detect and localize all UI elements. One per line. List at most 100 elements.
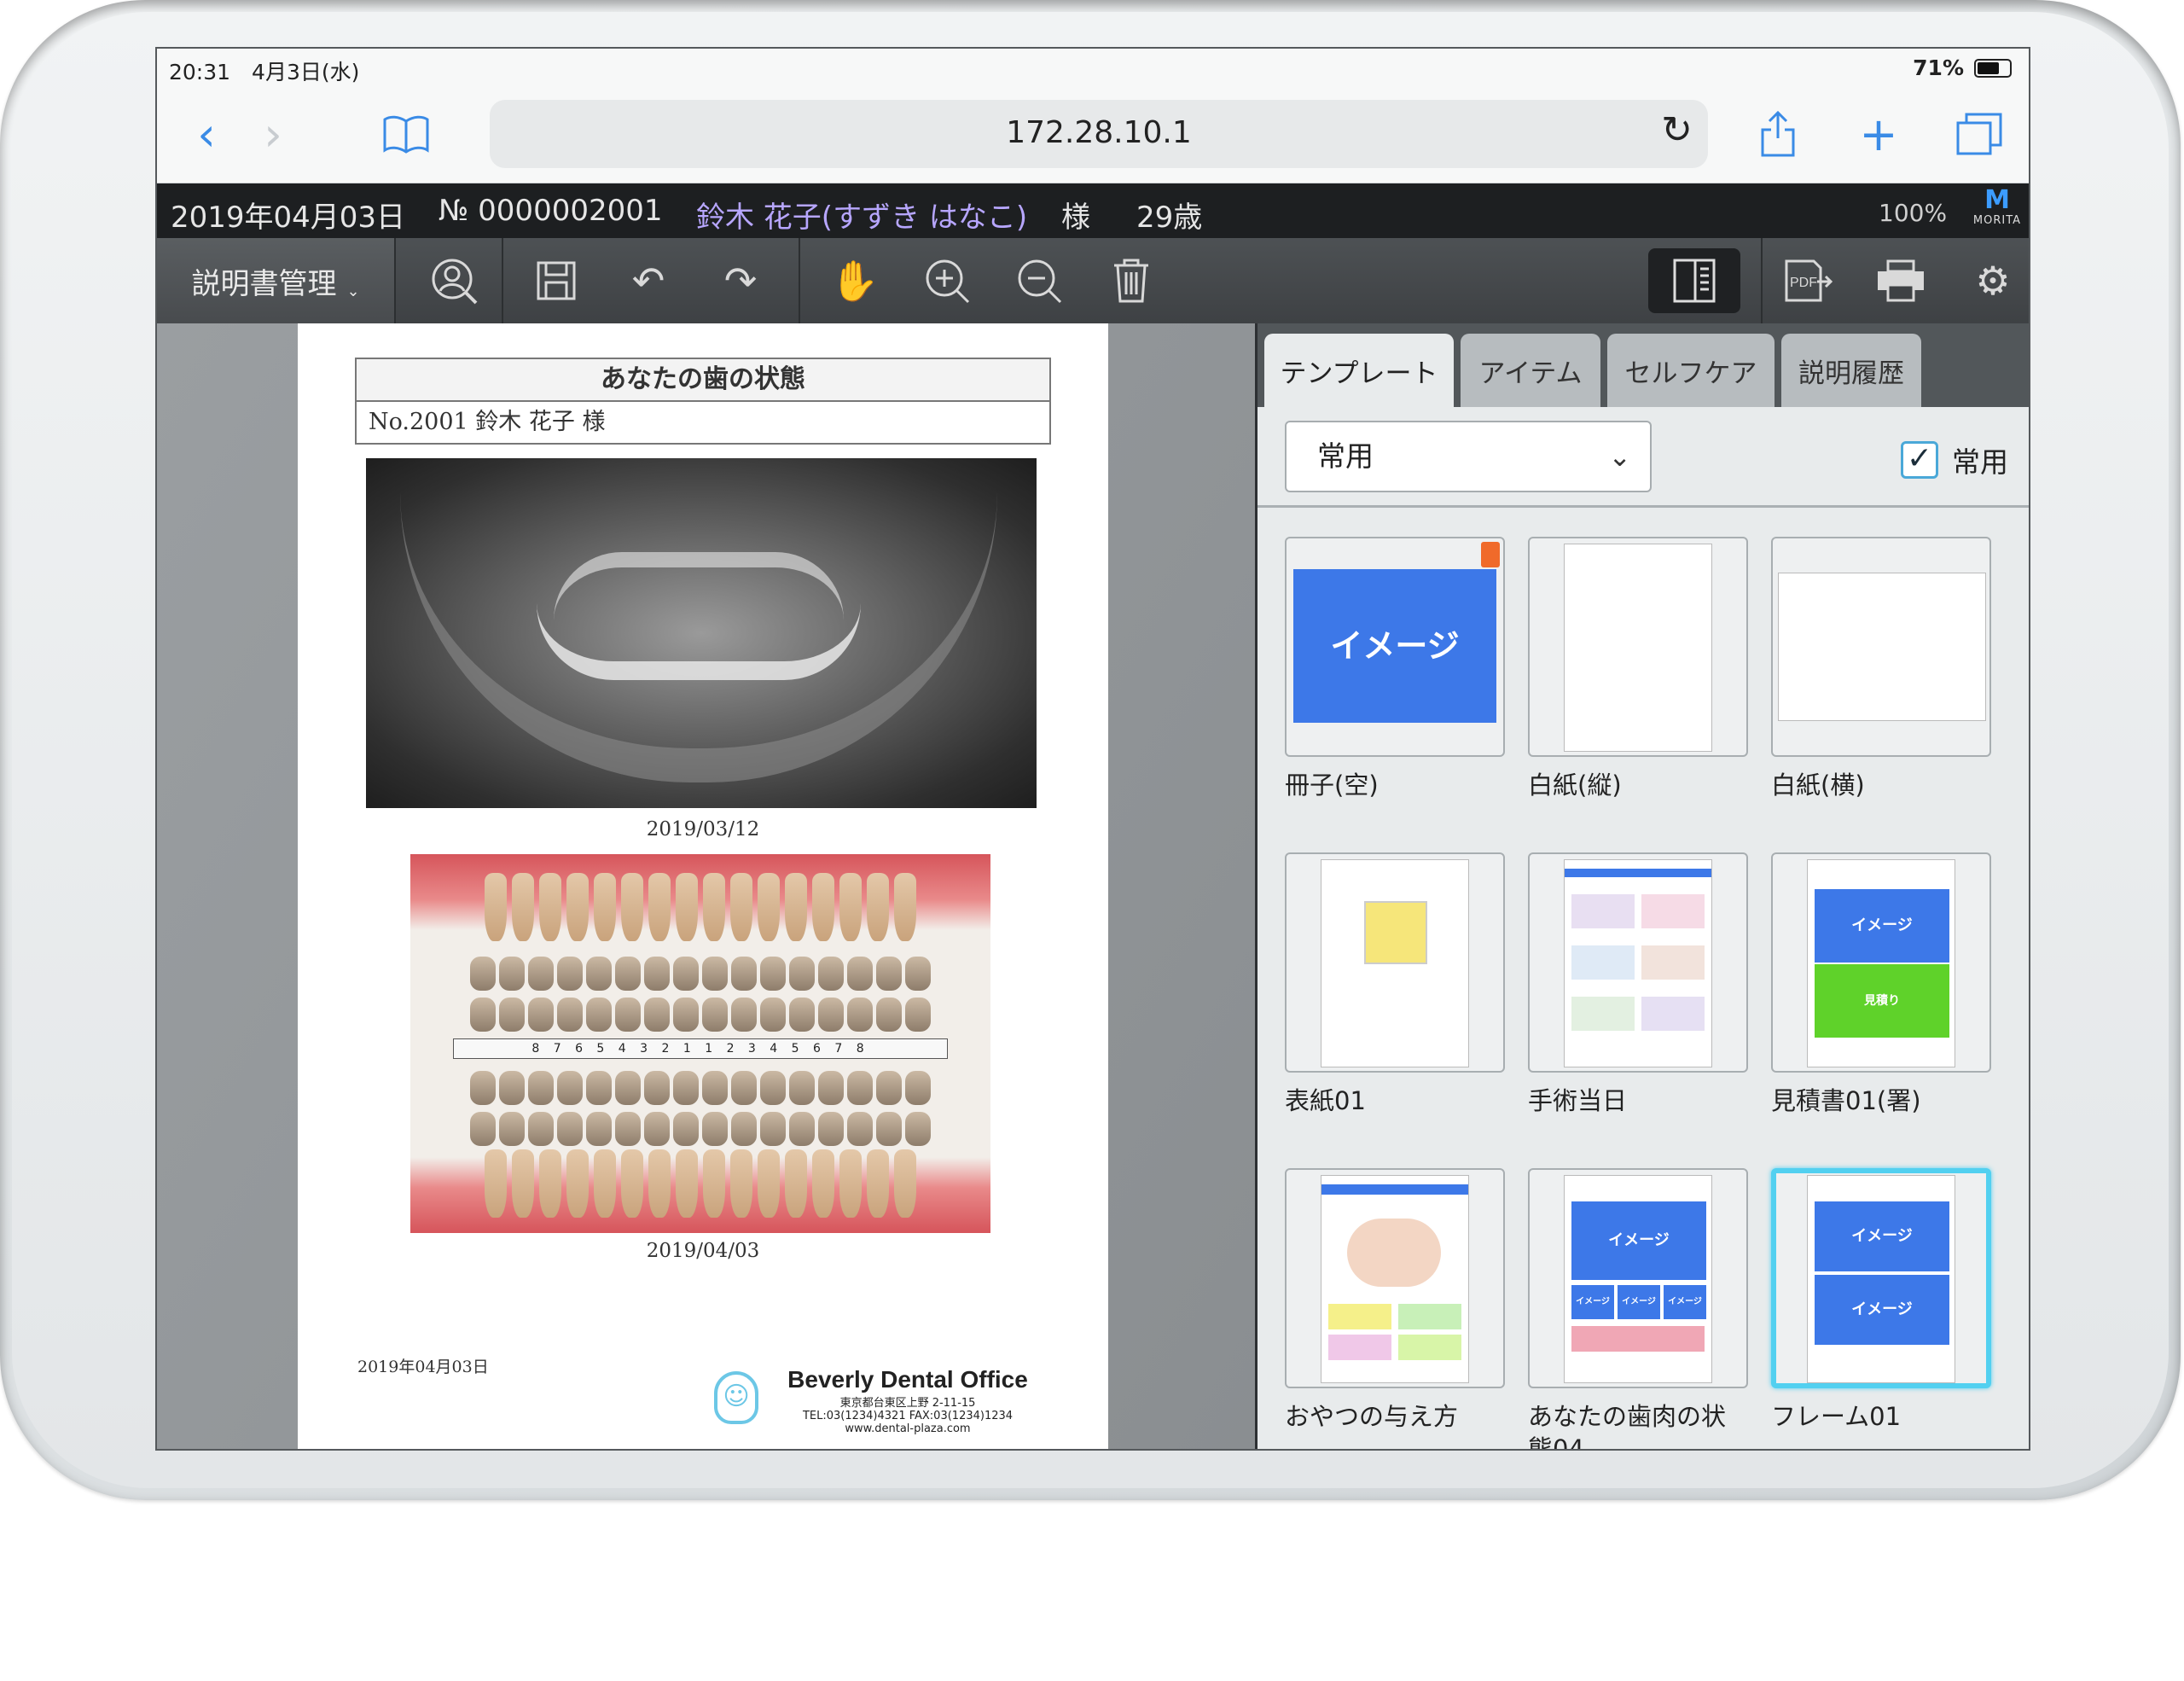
panel-tabs: テンプレート アイテム セルフケア 説明履歴 <box>1258 323 2029 407</box>
document-management-label: 説明書管理 <box>191 266 337 301</box>
image-placeholder: イメージ <box>1293 569 1496 723</box>
template-grid: イメージ 冊子(空) 白紙(縦) 白紙(横) 表紙01 手術当日 イメージ 見積… <box>1258 508 2029 1451</box>
bookmarks-icon[interactable] <box>375 103 437 165</box>
patient-honorific: 様 <box>1061 201 1090 235</box>
template-card[interactable]: 手術当日 <box>1528 852 1748 1117</box>
tab-history[interactable]: 説明履歴 <box>1781 334 1921 407</box>
estimate-placeholder: 見積り <box>1815 964 1949 1038</box>
battery-indicator: 71% <box>1913 55 2012 80</box>
template-card-selected[interactable]: イメージ イメージ フレーム01 <box>1771 1168 1991 1433</box>
favorites-checkbox[interactable]: ✓ 常用 <box>1901 439 2008 480</box>
toolbar-separator <box>502 238 503 323</box>
document-management-menu[interactable]: 説明書管理 ⌄ <box>157 238 396 323</box>
screen: 20:31 4月3日(水) 71% ‹ › 172.28.10.1 ↻ + 20… <box>155 47 2030 1451</box>
tab-templates[interactable]: テンプレート <box>1264 334 1454 407</box>
document-viewer[interactable]: あなたの歯の状態 No.2001 鈴木 花子 様 2019/03/12 8 7 … <box>157 323 1255 1449</box>
template-thumbnail <box>1528 537 1748 757</box>
address-bar[interactable]: 172.28.10.1 ↻ <box>490 100 1708 168</box>
print-icon[interactable] <box>1870 250 1931 311</box>
patient-name: 鈴木 花子(すずき はなこ) <box>696 201 1028 235</box>
template-label: 手術当日 <box>1528 1086 1628 1115</box>
chevron-down-icon: ⌄ <box>346 282 360 300</box>
image-placeholder: イメージ <box>1815 1275 1949 1345</box>
browser-toolbar: ‹ › 172.28.10.1 ↻ + <box>157 88 2029 183</box>
office-url: www.dental-plaza.com <box>845 1422 971 1435</box>
template-card[interactable]: イメージ 冊子(空) <box>1285 537 1505 801</box>
dental-chart-image[interactable]: 8 7 6 5 4 3 2 1 1 2 3 4 5 6 7 8 <box>410 854 990 1233</box>
back-icon[interactable]: ‹ <box>176 103 237 165</box>
status-bar: 20:31 4月3日(水) 71% <box>157 49 2029 88</box>
tooth-logo-icon: ☺ <box>714 1371 758 1424</box>
template-label: 冊子(空) <box>1285 771 1379 800</box>
redo-icon[interactable]: ↷ <box>710 250 771 311</box>
tablet-frame: 20:31 4月3日(水) 71% ‹ › 172.28.10.1 ↻ + 20… <box>0 0 2181 1500</box>
chevron-down-icon: ⌄ <box>1608 440 1631 473</box>
category-select[interactable]: 常用 ⌄ <box>1285 421 1652 492</box>
template-thumbnail <box>1528 852 1748 1073</box>
zoom-in-icon[interactable] <box>916 250 978 311</box>
image-placeholder: イメージ <box>1571 1201 1706 1280</box>
template-card[interactable]: 白紙(縦) <box>1528 537 1748 801</box>
tab-items[interactable]: アイテム <box>1461 334 1600 407</box>
split-view-toggle[interactable] <box>1648 248 1740 313</box>
patient-header: 2019年04月03日 № 0000002001 鈴木 花子(すずき はなこ) … <box>157 183 2029 238</box>
url-text: 172.28.10.1 <box>1006 115 1192 150</box>
patient-number: № 0000002001 <box>439 194 663 228</box>
office-info: Beverly Dental Office 東京都台東区上野 2-11-15 T… <box>780 1366 1036 1435</box>
image-placeholder: イメージ <box>1815 889 1949 963</box>
tabs-overview-icon[interactable] <box>1949 103 2010 165</box>
office-address: 東京都台東区上野 2-11-15 <box>839 1397 976 1410</box>
chart-date: 2019/04/03 <box>646 1240 760 1262</box>
office-name: Beverly Dental Office <box>787 1366 1028 1393</box>
image-placeholder: イメージ <box>1815 1201 1949 1271</box>
document-title: あなたの歯の状態 <box>355 358 1051 402</box>
toolbar-separator <box>799 238 800 323</box>
document-patient-line: No.2001 鈴木 花子 様 <box>355 402 1051 445</box>
reload-icon[interactable]: ↻ <box>1661 108 1693 152</box>
template-card[interactable]: 表紙01 <box>1285 852 1505 1117</box>
template-label: 表紙01 <box>1285 1086 1366 1115</box>
template-card[interactable]: おやつの与え方 <box>1285 1168 1505 1433</box>
app-toolbar: 説明書管理 ⌄ ↶ ↷ ✋ PDF ⚙ <box>157 238 2029 323</box>
forward-icon[interactable]: › <box>242 103 304 165</box>
battery-icon <box>1974 58 2012 78</box>
template-thumbnail: イメージ <box>1285 537 1505 757</box>
template-label: 見積書01(署) <box>1771 1086 1921 1115</box>
template-thumbnail <box>1771 537 1991 757</box>
settings-gear-icon[interactable]: ⚙ <box>1962 250 2024 311</box>
footer-date: 2019年04月03日 <box>357 1358 489 1376</box>
document-page: あなたの歯の状態 No.2001 鈴木 花子 様 2019/03/12 8 7 … <box>298 323 1108 1449</box>
template-thumbnail: イメージ イメージ イメージ イメージ <box>1528 1168 1748 1388</box>
template-label: おやつの与え方 <box>1285 1402 1459 1431</box>
template-thumbnail: イメージ 見積り <box>1771 852 1991 1073</box>
template-card[interactable]: 白紙(横) <box>1771 537 1991 801</box>
tab-self-care[interactable]: セルフケア <box>1607 334 1774 407</box>
template-thumbnail: イメージ イメージ <box>1771 1168 1991 1388</box>
toolbar-separator <box>1761 238 1763 323</box>
booklet-badge-icon <box>1481 542 1500 567</box>
save-icon[interactable] <box>526 250 587 311</box>
pdf-export-icon[interactable]: PDF <box>1778 250 1839 311</box>
template-card[interactable]: イメージ イメージ イメージ イメージ あなたの歯肉の状態04 <box>1528 1168 1748 1451</box>
template-thumbnail <box>1285 852 1505 1073</box>
xray-date: 2019/03/12 <box>646 818 760 840</box>
panoramic-xray-image[interactable] <box>366 458 1037 808</box>
patient-search-icon[interactable] <box>423 250 485 311</box>
share-icon[interactable] <box>1747 103 1809 165</box>
new-tab-plus-icon[interactable]: + <box>1848 103 1909 165</box>
undo-icon[interactable]: ↶ <box>618 250 679 311</box>
template-label: 白紙(縦) <box>1528 771 1622 800</box>
hand-pan-icon[interactable]: ✋ <box>824 250 886 311</box>
tooth-number-ruler: 8 7 6 5 4 3 2 1 1 2 3 4 5 6 7 8 <box>453 1038 948 1059</box>
zoom-out-icon[interactable] <box>1008 250 1070 311</box>
template-panel: テンプレート アイテム セルフケア 説明履歴 常用 ⌄ ✓ 常用 イメージ 冊子… <box>1255 323 2029 1451</box>
status-time: 20:31 4月3日(水) <box>169 60 360 84</box>
template-label: フレーム01 <box>1771 1402 1902 1431</box>
trash-icon[interactable] <box>1101 250 1162 311</box>
office-tel: TEL:03(1234)4321 FAX:03(1234)1234 <box>802 1410 1014 1422</box>
template-card[interactable]: イメージ 見積り 見積書01(署) <box>1771 852 1991 1117</box>
exam-date: 2019年04月03日 <box>171 201 406 235</box>
svg-text:PDF: PDF <box>1790 276 1817 290</box>
template-label: あなたの歯肉の状態04 <box>1528 1402 1727 1451</box>
template-label: 白紙(横) <box>1771 771 1865 800</box>
